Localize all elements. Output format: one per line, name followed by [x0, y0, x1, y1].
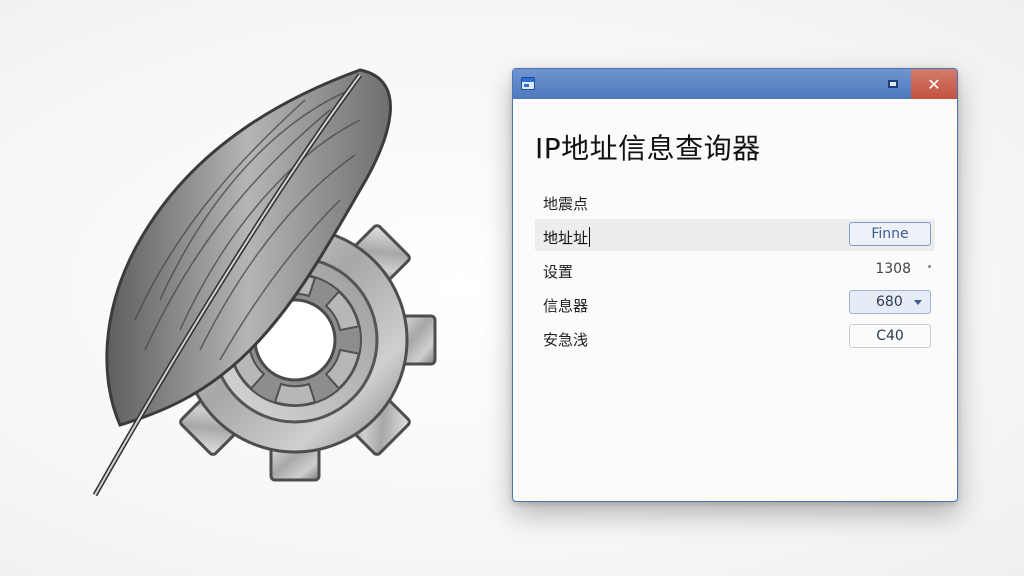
form-row: 地震点 — [535, 185, 935, 217]
app-window: IP地址信息查询器 地震点 地址址 Finne 设置 1308 信息器 680 … — [512, 68, 958, 502]
form-row: 设置 1308 — [535, 253, 935, 285]
row-value-dropdown[interactable]: 680 — [849, 290, 931, 314]
window-app-icon[interactable] — [521, 77, 535, 90]
row-value-button[interactable]: Finne — [849, 222, 931, 246]
row-label: 信息器 — [543, 297, 589, 315]
row-label: 安急浅 — [543, 331, 589, 349]
title-bar[interactable] — [513, 69, 957, 99]
row-value-field[interactable]: C40 — [849, 324, 931, 348]
feather-gear-logo — [92, 68, 437, 497]
row-label: 地震点 — [543, 195, 589, 213]
form-row: 信息器 680 — [535, 287, 935, 319]
row-label: 地址址 — [543, 227, 591, 247]
row-label: 设置 — [543, 263, 574, 281]
maximize-button[interactable] — [875, 69, 911, 99]
close-button[interactable] — [911, 69, 957, 99]
dot-icon — [928, 265, 931, 268]
form-row-active[interactable]: 地址址 Finne — [535, 219, 935, 251]
maximize-icon — [888, 80, 898, 88]
row-value: 1308 — [875, 261, 911, 277]
form-row: 安急浅 C40 — [535, 321, 935, 353]
page-title: IP地址信息查询器 — [535, 132, 761, 165]
text-cursor — [589, 227, 591, 247]
